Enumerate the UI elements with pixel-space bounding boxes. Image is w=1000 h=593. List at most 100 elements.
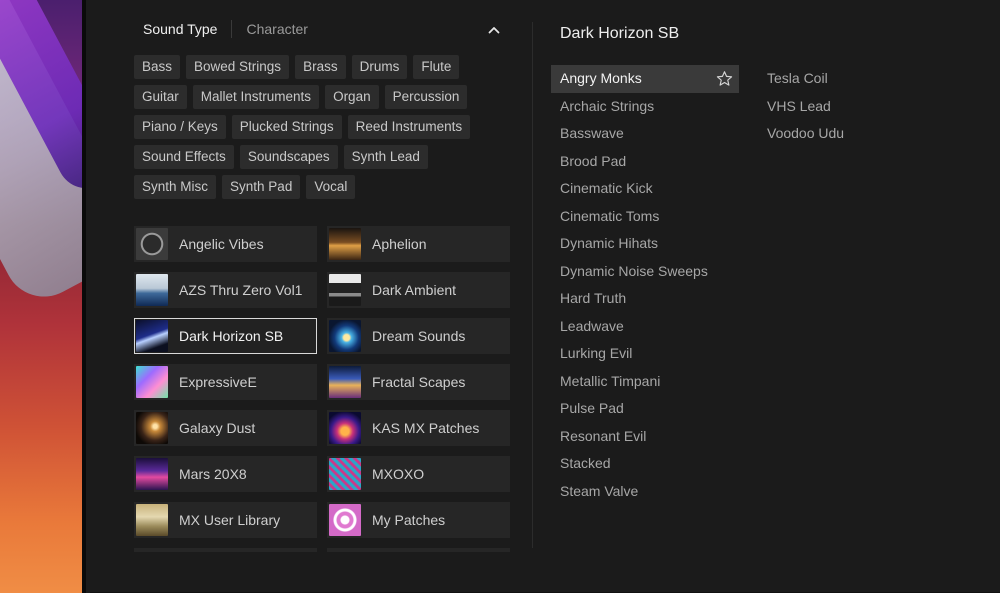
library-card-partial	[327, 548, 510, 552]
preset-item[interactable]: Cinematic Kick	[551, 175, 739, 203]
preset-label: Steam Valve	[560, 482, 639, 499]
sound-type-chip[interactable]: Guitar	[134, 85, 187, 109]
sound-type-chip[interactable]: Plucked Strings	[231, 115, 342, 139]
preset-item[interactable]: Dynamic Noise Sweeps	[551, 258, 739, 286]
sound-type-chip[interactable]: Organ	[325, 85, 379, 109]
library-card-label: Aphelion	[372, 236, 427, 252]
preset-item[interactable]: Angry Monks	[551, 65, 739, 93]
sound-type-chip[interactable]: Brass	[295, 55, 346, 79]
library-thumbnail	[136, 412, 168, 444]
library-row-partial	[134, 548, 510, 552]
library-card[interactable]: Galaxy Dust	[134, 410, 317, 446]
sound-type-chip[interactable]: Reed Instruments	[347, 115, 471, 139]
preset-label: Tesla Coil	[767, 70, 828, 86]
library-card[interactable]: Fractal Scapes	[327, 364, 510, 400]
library-row: Galaxy Dust KAS MX Patches	[134, 410, 510, 446]
sound-type-chip[interactable]: Synth Misc	[134, 175, 217, 199]
chip-row: Sound Effects Soundscapes Synth Lead	[134, 145, 514, 169]
library-thumbnail	[329, 504, 361, 536]
preset-label: VHS Lead	[767, 97, 831, 114]
library-card[interactable]: Dark Horizon SB	[134, 318, 317, 354]
library-card[interactable]: Aphelion	[327, 226, 510, 262]
sound-type-chip[interactable]: Percussion	[384, 85, 468, 109]
sound-type-chip[interactable]: Sound Effects	[134, 145, 234, 169]
sound-type-chip[interactable]: Synth Pad	[222, 175, 301, 199]
preset-item[interactable]: Steam Valve	[551, 478, 739, 506]
preset-label: Resonant Evil	[560, 427, 647, 444]
sound-type-chip[interactable]: Mallet Instruments	[192, 85, 320, 109]
sound-type-chip[interactable]: Synth Lead	[343, 145, 428, 169]
preset-label: Hard Truth	[560, 290, 627, 306]
library-thumbnail	[329, 228, 361, 260]
library-card-label: Dark Horizon SB	[179, 328, 284, 344]
tab-sound-type[interactable]: Sound Type	[143, 21, 217, 37]
library-thumbnail	[329, 458, 361, 490]
tab-character[interactable]: Character	[246, 21, 307, 37]
preset-label: Cinematic Kick	[560, 180, 653, 196]
preset-label: Voodoo Udu	[767, 125, 845, 141]
preset-item[interactable]: VHS Lead	[758, 93, 908, 121]
preset-label: Dynamic Noise Sweeps	[560, 262, 708, 279]
chip-row: Piano / Keys Plucked Strings Reed Instrume…	[134, 115, 514, 139]
preset-item[interactable]: Resonant Evil	[551, 423, 739, 451]
library-row: Dark Horizon SB Dream Sounds	[134, 318, 510, 354]
desktop-wallpaper	[0, 0, 86, 593]
library-row: Angelic Vibes Aphelion	[134, 226, 510, 262]
sound-type-chip[interactable]: Vocal	[306, 175, 356, 199]
library-card[interactable]: MXOXO	[327, 456, 510, 492]
sound-type-chip[interactable]: Soundscapes	[239, 145, 338, 169]
preset-label: Cinematic Toms	[560, 207, 660, 224]
preset-item[interactable]: Lurking Evil	[551, 340, 739, 368]
library-card[interactable]: Angelic Vibes	[134, 226, 317, 262]
library-card[interactable]: Dark Ambient	[327, 272, 510, 308]
library-card[interactable]: ExpressiveE	[134, 364, 317, 400]
library-thumbnail	[329, 412, 361, 444]
preset-item[interactable]: Cinematic Toms	[551, 203, 739, 231]
preset-item[interactable]: Basswave	[551, 120, 739, 148]
library-thumbnail	[136, 320, 168, 352]
library-card-label: MX User Library	[179, 512, 281, 528]
preset-item[interactable]: Leadwave	[551, 313, 739, 341]
sound-type-chip[interactable]: Bass	[134, 55, 181, 79]
sound-type-chip[interactable]: Piano / Keys	[134, 115, 226, 139]
library-thumbnail	[136, 274, 168, 306]
preset-item[interactable]: Hard Truth	[551, 285, 739, 313]
library-card-label: My Patches	[372, 512, 446, 528]
sound-type-chip[interactable]: Bowed Strings	[186, 55, 290, 79]
library-card[interactable]: My Patches	[327, 502, 510, 538]
preset-item[interactable]: Archaic Strings	[551, 93, 739, 121]
chip-row: Synth Misc Synth Pad Vocal	[134, 175, 514, 199]
library-thumbnail	[329, 366, 361, 398]
sound-type-chip[interactable]: Drums	[351, 55, 408, 79]
preset-label: Archaic Strings	[560, 97, 655, 114]
library-card-partial	[134, 548, 317, 552]
library-thumbnail	[136, 228, 168, 260]
sound-type-chip[interactable]: Flute	[413, 55, 460, 79]
library-title: Dark Horizon SB	[560, 25, 680, 42]
preset-item[interactable]: Stacked	[551, 450, 739, 478]
library-card[interactable]: KAS MX Patches	[327, 410, 510, 446]
library-card-label: Dark Ambient	[372, 282, 457, 298]
preset-item[interactable]: Tesla Coil	[758, 65, 908, 93]
preset-label: Basswave	[560, 125, 624, 141]
preset-item[interactable]: Voodoo Udu	[758, 120, 908, 148]
library-card[interactable]: Mars 20X8	[134, 456, 317, 492]
chevron-up-icon[interactable]	[486, 22, 502, 38]
library-thumbnail	[136, 458, 168, 490]
preset-item[interactable]: Pulse Pad	[551, 395, 739, 423]
preset-item[interactable]: Dynamic Hihats	[551, 230, 739, 258]
library-card[interactable]: MX User Library	[134, 502, 317, 538]
preset-item[interactable]: Metallic Timpani	[551, 368, 739, 396]
library-card[interactable]: AZS Thru Zero Vol1	[134, 272, 317, 308]
star-outline-icon[interactable]	[716, 70, 733, 87]
library-card-label: Angelic Vibes	[179, 236, 264, 252]
library-thumbnail	[136, 504, 168, 536]
preset-label: Brood Pad	[560, 152, 627, 169]
preset-label: Dynamic Hihats	[560, 235, 659, 251]
library-card-label: KAS MX Patches	[372, 420, 480, 436]
library-grid: Angelic Vibes Aphelion AZS Thru Zero Vol1 D…	[134, 226, 510, 552]
library-card-label: Fractal Scapes	[372, 374, 466, 390]
library-card[interactable]: Dream Sounds	[327, 318, 510, 354]
preset-item[interactable]: Brood Pad	[551, 148, 739, 176]
preset-list-column-1: Angry Monks Archaic Strings Basswave Brood …	[551, 65, 739, 505]
